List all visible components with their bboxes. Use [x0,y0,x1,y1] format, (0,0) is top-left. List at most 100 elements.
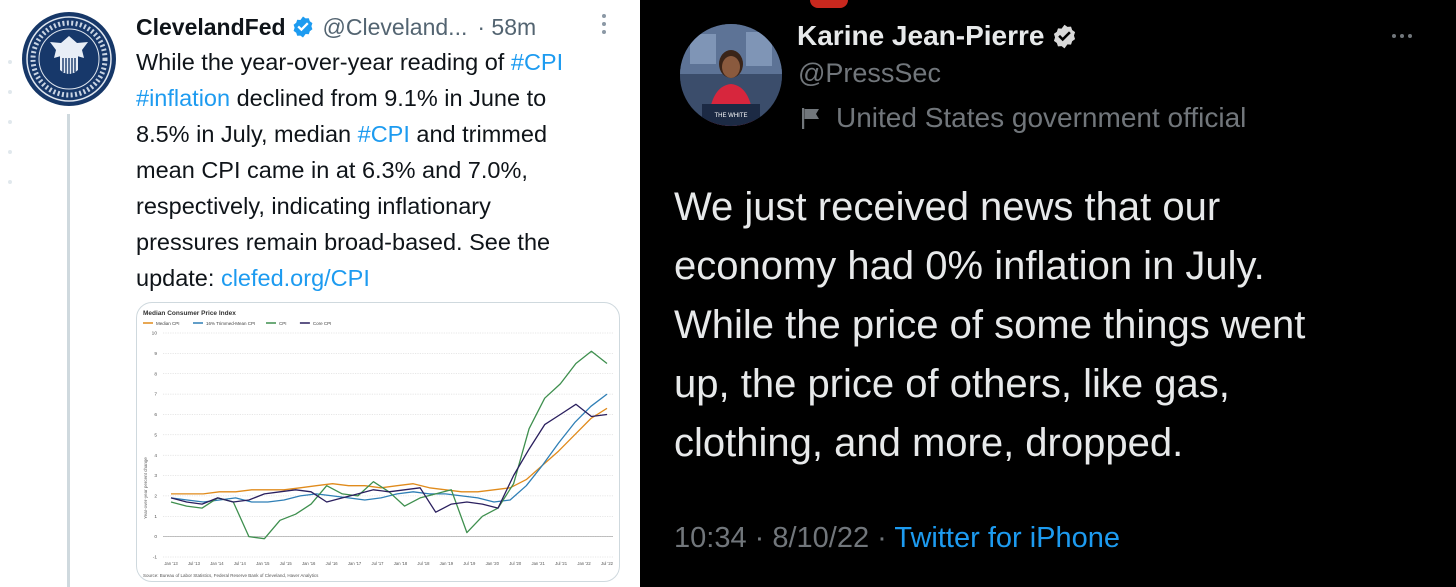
author-handle[interactable]: @PressSec [798,58,941,89]
tweet-timestamp[interactable]: 10:34 · 8/10/22 · [674,522,894,554]
y-tick-label: 6 [154,412,157,418]
chart-card[interactable]: Median Consumer Price Index Median CPI 16… [136,302,620,582]
person-photo-icon: THE WHITE [680,24,782,126]
x-tick-label: Jan '19 [440,561,454,566]
hashtag-link[interactable]: #inflation [136,85,230,111]
clevelandfed-avatar[interactable] [22,12,116,106]
tweet-header: ClevelandFed @Cleveland... · 58m [136,10,626,44]
series-line-16-trimmed-mean-cpi [170,393,608,503]
legend-label: Core CPI [313,321,332,326]
chart-source: Source: Bureau of Labor Statistics, Fede… [143,573,319,578]
x-tick-label: Jul '19 [463,561,476,566]
tweet-text-line: 8.5% in July, median #CPI and trimmed [136,116,628,152]
hashtag-link[interactable]: #CPI [358,121,410,147]
chart-y-label: Year-over-year percent change [143,457,148,519]
government-label[interactable]: United States government official [798,102,1246,134]
y-tick-label: -1 [153,555,158,561]
top-red-mark [810,0,848,8]
tweet-text-line: economy had 0% inflation in July. [674,244,1265,288]
tweet-text-line: up, the price of others, like gas, [674,362,1230,406]
verified-badge-icon [293,16,312,38]
tweet-text-line: pressures remain broad-based. See the [136,224,628,260]
y-tick-label: 3 [154,473,157,479]
text-segment: pressures remain broad-based. See the [136,229,551,255]
chart-grid [163,332,613,558]
chart-x-ticks: Jan '13 Jul '13 Jan '14 Jul '14 Jan '15 Jul '… [164,561,613,566]
text-segment: declined from 9.1% in June to [230,85,547,111]
text-segment: respectively, indicating inflationary [136,193,491,219]
y-tick-label: 9 [154,351,157,357]
author-name[interactable]: ClevelandFed [136,14,286,41]
tweet-text-line: While the price of some things went [674,303,1306,347]
legend-label: Median CPI [156,321,180,326]
tweet-text-line: mean CPI came in at 6.3% and 7.0%, [136,152,628,188]
x-tick-label: Jan '14 [210,561,224,566]
x-tick-label: Jul '21 [555,561,568,566]
more-options-icon[interactable] [1392,34,1416,38]
x-tick-label: Jan '13 [164,561,178,566]
x-tick-label: Jan '15 [256,561,270,566]
text-segment: mean CPI came in at 6.3% and 7.0%, [136,157,528,183]
text-segment: and trimmed [409,121,548,147]
tweet-text-line: While the year-over-year reading of #CPI [136,44,628,80]
author-handle[interactable]: @Cleveland... [323,14,468,41]
x-tick-label: Jan '21 [531,561,545,566]
author-name[interactable]: Karine Jean-Pierre [797,20,1044,52]
y-tick-label: 2 [154,494,157,500]
y-tick-label: 0 [154,534,157,540]
hashtag-link[interactable]: #CPI [511,49,563,75]
x-tick-label: Jul '16 [326,561,339,566]
podium-text: THE WHITE [715,113,748,119]
y-tick-label: 8 [154,371,157,377]
x-tick-label: Jan '16 [302,561,316,566]
x-tick-label: Jul '14 [234,561,247,566]
y-tick-label: 4 [154,453,157,459]
y-tick-label: 1 [154,514,157,520]
chart-series [170,350,608,540]
x-tick-label: Jan '20 [486,561,500,566]
tweet-time[interactable]: · 58m [477,14,536,41]
government-label-text: United States government official [836,102,1247,133]
y-tick-label: 7 [154,392,157,398]
x-tick-label: Jul '18 [417,561,430,566]
y-tick-label: 5 [154,432,157,438]
flag-icon [802,108,819,129]
text-segment: While the year-over-year reading of [136,49,511,75]
x-tick-label: Jul '17 [372,561,385,566]
chart-y-ticks: -1 0 1 2 3 4 5 6 7 8 9 10 [152,331,158,561]
x-tick-label: Jul '22 [601,561,614,566]
tweet-text-line: #inflation declined from 9.1% in June to [136,80,628,116]
tweet-text-line: We just received news that our [674,185,1221,229]
fed-seal-icon [24,14,114,104]
tweet-text: While the year-over-year reading of #CPI… [136,44,628,296]
x-tick-label: Jul '13 [188,561,201,566]
x-tick-label: Jan '22 [577,561,591,566]
presssec-avatar[interactable]: THE WHITE [680,24,782,126]
url-link[interactable]: clefed.org/CPI [221,265,370,291]
tweet-text-line: update: clefed.org/CPI [136,260,628,296]
tweet-text-line: clothing, and more, dropped. [674,421,1184,465]
text-segment: 8.5% in July, median [136,121,358,147]
author-name-row: Karine Jean-Pierre [797,20,1078,52]
x-tick-label: Jul '20 [509,561,522,566]
x-tick-label: Jan '18 [394,561,408,566]
median-cpi-chart: Median Consumer Price Index Median CPI 16… [143,310,614,578]
y-tick-label: 10 [152,331,158,337]
x-tick-label: Jul '15 [280,561,293,566]
clevelandfed-tweet[interactable]: ClevelandFed @Cleveland... · 58m While t… [0,0,640,587]
tweet-source-link[interactable]: Twitter for iPhone [894,522,1120,554]
side-dots [8,60,14,210]
chart-title: Median Consumer Price Index [143,310,236,317]
tweet-meta: 10:34 · 8/10/22 · Twitter for iPhone [674,522,1120,555]
x-tick-label: Jan '17 [348,561,362,566]
tweet-text: We just received news that our economy ha… [674,178,1434,473]
series-line-cpi [170,350,608,540]
legend-label: 16% Trimmed-Mean CPI [206,321,255,326]
thread-line [67,114,70,587]
verified-badge-icon [1054,24,1076,48]
presssec-tweet[interactable]: THE WHITE Karine Jean-Pierre @PressSec U… [640,0,1456,587]
chart-legend: Median CPI 16% Trimmed-Mean CPI CPI Core CP… [143,321,331,326]
more-options-icon[interactable] [602,14,608,38]
tweet-text-line: respectively, indicating inflationary [136,188,628,224]
text-segment: update: [136,265,221,291]
